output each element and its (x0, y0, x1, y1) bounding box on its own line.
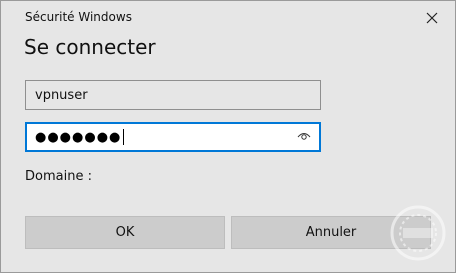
username-field[interactable]: vpnuser (25, 80, 321, 110)
credential-dialog: Sécurité Windows Se connecter vpnuser ●●… (0, 0, 456, 273)
text-caret (123, 129, 125, 145)
username-value: vpnuser (35, 87, 88, 103)
window-title: Sécurité Windows (25, 10, 132, 24)
ok-button[interactable]: OK (25, 216, 225, 249)
eye-icon (297, 130, 311, 145)
dialog-heading: Se connecter (24, 35, 156, 59)
password-field[interactable]: ●●●●●●● (25, 122, 321, 152)
close-button[interactable] (409, 1, 455, 35)
close-icon (426, 12, 438, 24)
reveal-password-button[interactable] (295, 129, 313, 145)
domain-label: Domaine : (25, 169, 92, 184)
password-value: ●●●●●●● (35, 129, 122, 145)
watermark-logo (389, 204, 447, 262)
title-bar: Sécurité Windows (1, 1, 455, 35)
